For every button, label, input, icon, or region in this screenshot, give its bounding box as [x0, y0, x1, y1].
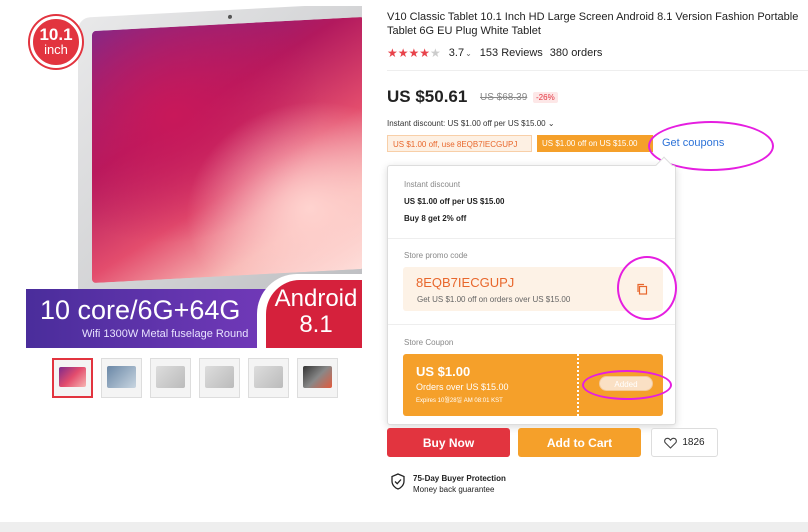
promo-code-value: 8EQB7IECGUPJ: [416, 275, 515, 290]
buyer-protection: 75-Day Buyer Protection Money back guara…: [390, 473, 506, 495]
thumbnail-image: [59, 367, 86, 387]
instant-discount-line1: US $1.00 off per US $15.00: [404, 197, 505, 206]
screen-size-unit: inch: [44, 42, 68, 57]
heart-icon: [664, 437, 678, 449]
instant-discount-text: Instant discount: US $1.00 off per US $1…: [387, 119, 546, 128]
divider: [387, 70, 808, 71]
instant-discount-line2: Buy 8 get 2% off: [404, 214, 467, 223]
shield-check-icon: [391, 473, 405, 490]
rating-value[interactable]: 3.7: [449, 47, 464, 59]
chevron-down-icon[interactable]: ⌄: [465, 49, 472, 58]
footer-strip: [0, 522, 808, 532]
discount-badge: -26%: [533, 92, 558, 103]
product-title: V10 Classic Tablet 10.1 Inch HD Large Sc…: [387, 11, 799, 37]
thumbnail[interactable]: [297, 358, 338, 398]
android-badge: Android 8.1: [266, 280, 362, 348]
highlight-ring: [582, 370, 672, 400]
coupon-expiry: Expires 10월28일 AM 08:01 KST: [416, 398, 503, 404]
divider: [388, 238, 675, 239]
star-rating-icon: ★★★★★: [387, 46, 441, 60]
highlight-ring: [617, 256, 677, 320]
android-label: Android: [274, 285, 358, 312]
reviews-link[interactable]: 153 Reviews: [480, 47, 543, 59]
thumbnail-strip: [52, 358, 338, 398]
store-promo-label: Store promo code: [404, 251, 468, 260]
thumbnail[interactable]: [248, 358, 289, 398]
thumbnail[interactable]: [52, 358, 93, 398]
thumbnail[interactable]: [150, 358, 191, 398]
divider: [388, 324, 675, 325]
coupon-condition: Orders over US $15.00: [416, 382, 509, 392]
android-version: 8.1: [299, 311, 333, 338]
product-main-image[interactable]: 10.1 inch 10 core/6G+64G Wifi 1300W Meta…: [26, 6, 362, 348]
instant-discount-label: Instant discount: [404, 180, 461, 189]
store-coupon-label: Store Coupon: [404, 338, 454, 347]
protection-title: 75-Day Buyer Protection: [413, 474, 506, 483]
add-to-cart-button[interactable]: Add to Cart: [518, 428, 641, 457]
protection-subtitle: Money back guarantee: [413, 485, 495, 494]
camera-dot: [228, 14, 232, 19]
promo-code-tag[interactable]: US $1.00 off, use 8EQB7IECGUPJ: [387, 135, 532, 152]
promo-code-description: Get US $1.00 off on orders over US $15.0…: [417, 295, 571, 304]
chevron-down-icon: ⌄: [547, 119, 555, 128]
instant-discount-dropdown[interactable]: Instant discount: US $1.00 off per US $1…: [387, 119, 555, 128]
thumbnail-image: [107, 366, 136, 388]
protection-text: 75-Day Buyer Protection Money back guara…: [413, 473, 506, 495]
buy-now-button[interactable]: Buy Now: [387, 428, 510, 457]
spec-sub-text: Wifi 1300W Metal fuselage Round: [82, 328, 249, 340]
thumbnail-image: [254, 366, 283, 388]
thumbnail-image: [205, 366, 234, 388]
wishlist-button[interactable]: 1826: [651, 428, 718, 457]
tablet-screen: [92, 16, 362, 284]
screen-size-value: 10.1: [39, 25, 73, 44]
thumbnail-image: [303, 366, 332, 388]
spec-banner: 10 core/6G+64G Wifi 1300W Metal fuselage…: [26, 274, 362, 348]
orders-count: 380 orders: [549, 47, 603, 59]
rating-row: ★★★★★ 3.7 ⌄ 153 Reviews 380 orders: [387, 46, 602, 60]
thumbnail-image: [156, 366, 185, 388]
product-page: 10.1 inch 10 core/6G+64G Wifi 1300W Meta…: [0, 0, 808, 532]
screen-size-badge: 10.1 inch: [30, 16, 82, 68]
coupon-amount: US $1.00: [416, 364, 471, 379]
wishlist-count: 1826: [682, 437, 705, 448]
current-price: US $50.61: [387, 87, 468, 106]
thumbnail[interactable]: [101, 358, 142, 398]
store-coupon-tag[interactable]: US $1.00 off on US $15.00: [537, 135, 653, 152]
coupon-perforation: [577, 354, 579, 416]
thumbnail[interactable]: [199, 358, 240, 398]
tablet-illustration: [78, 6, 362, 300]
spec-main-text: 10 core/6G+64G: [40, 295, 241, 325]
original-price: US $68.39: [480, 92, 528, 103]
